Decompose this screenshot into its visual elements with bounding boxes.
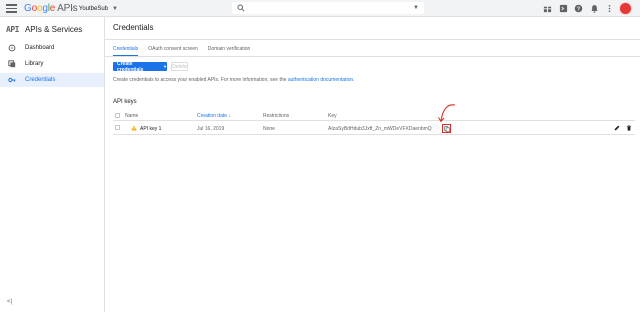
main-content: Credentials Credentials OAuth consent sc… xyxy=(105,17,640,312)
api-keys-heading: API keys xyxy=(113,99,137,105)
top-app-bar: Google APIs ⁘ YoutbeSub ▼ ▼ ? xyxy=(0,0,640,17)
api-key-value: AIzaSyBdHdub3Jxft_Zn_mWDeVFXDaenbmQ xyxy=(328,126,432,132)
sidebar-item-label: Library xyxy=(25,61,44,67)
api-key-restrictions: None xyxy=(263,126,275,132)
sidebar-item-label: Credentials xyxy=(25,77,56,83)
key-icon xyxy=(8,76,16,84)
sidebar-item-label: Dashboard xyxy=(25,45,55,51)
notifications-icon[interactable] xyxy=(590,4,599,13)
table-row: API key 1 Jul 16, 2019 None AIzaSyBdHdub… xyxy=(113,121,635,135)
avatar[interactable] xyxy=(619,2,632,15)
annotation-arrow-icon xyxy=(438,104,456,123)
search-icon xyxy=(237,4,245,12)
more-vert-icon[interactable] xyxy=(605,4,614,13)
google-apis-logo[interactable]: Google APIs xyxy=(24,2,78,15)
help-icon[interactable]: ? xyxy=(574,4,583,13)
tab-domain-verification[interactable]: Domain verification xyxy=(208,45,251,56)
help-text: Create credentials to access your enable… xyxy=(113,77,355,83)
cloud-shell-icon[interactable] xyxy=(559,4,568,13)
search-bar[interactable]: ▼ xyxy=(232,2,424,14)
delete-button: Delete xyxy=(171,62,188,71)
svg-text:?: ? xyxy=(577,6,580,12)
gift-icon[interactable] xyxy=(543,4,552,13)
api-logo: API xyxy=(6,24,19,34)
menu-icon[interactable] xyxy=(6,4,17,13)
key-column-header: Key xyxy=(328,113,337,119)
table-header: Name Creation date ↓ Restrictions Key xyxy=(113,110,635,121)
create-credentials-button[interactable]: Create credentials ▼ xyxy=(113,61,167,73)
chevron-down-icon: ▼ xyxy=(163,64,167,69)
api-key-name[interactable]: API key 1 xyxy=(140,126,161,132)
sidebar: API APIs & Services Dashboard Library Cr… xyxy=(0,17,105,312)
project-selector[interactable]: ⁘ YoutbeSub ▼ xyxy=(71,3,118,14)
divider xyxy=(105,39,640,40)
sidebar-header: API APIs & Services xyxy=(6,23,82,35)
dashboard-icon xyxy=(8,44,16,52)
page-title: Credentials xyxy=(113,23,154,32)
authentication-documentation-link[interactable]: authentication documentation. xyxy=(288,77,355,83)
search-input[interactable] xyxy=(248,3,414,13)
select-all-checkbox[interactable] xyxy=(115,113,120,118)
sidebar-item-credentials[interactable]: Credentials xyxy=(0,73,104,87)
edit-icon[interactable] xyxy=(614,125,620,131)
divider xyxy=(105,56,640,57)
row-checkbox[interactable] xyxy=(115,125,120,130)
warning-icon xyxy=(131,125,137,131)
collapse-sidebar-button[interactable]: <| xyxy=(7,299,12,305)
tab-oauth-consent-screen[interactable]: OAuth consent screen xyxy=(148,45,197,56)
sidebar-title: APIs & Services xyxy=(24,24,83,34)
delete-icon[interactable] xyxy=(626,125,632,131)
project-name: YoutbeSub xyxy=(78,5,109,12)
sidebar-item-dashboard[interactable]: Dashboard xyxy=(0,41,104,55)
sidebar-item-library[interactable]: Library xyxy=(0,57,104,71)
chevron-down-icon: ▼ xyxy=(112,5,118,12)
creation-date-column-header[interactable]: Creation date ↓ xyxy=(197,113,231,119)
tab-bar: Credentials OAuth consent screen Domain … xyxy=(113,45,260,56)
project-dots-icon: ⁘ xyxy=(71,5,77,13)
sort-arrow-icon: ↓ xyxy=(228,113,231,119)
library-icon xyxy=(8,60,16,68)
tab-credentials[interactable]: Credentials xyxy=(113,45,139,56)
api-key-creation-date: Jul 16, 2019 xyxy=(197,126,225,132)
name-column-header[interactable]: Name xyxy=(125,113,138,119)
restrictions-column-header: Restrictions xyxy=(263,113,290,119)
search-dropdown-icon[interactable]: ▼ xyxy=(413,5,419,11)
